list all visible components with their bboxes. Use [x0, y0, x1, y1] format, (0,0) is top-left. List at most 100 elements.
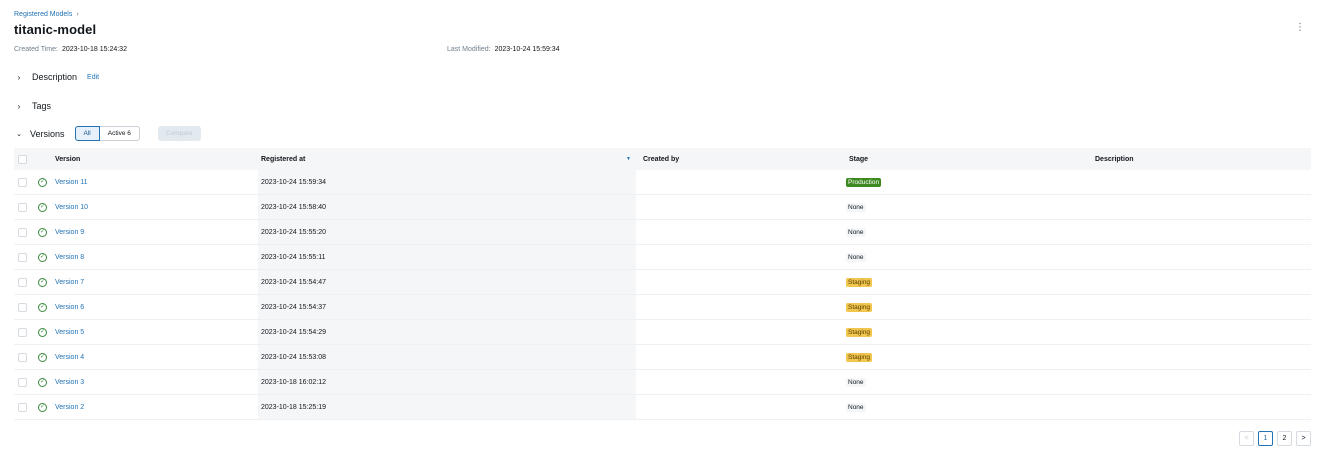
kebab-menu-icon[interactable]: ⋮	[1295, 23, 1305, 33]
version-filter: All Active 6	[74, 126, 140, 141]
registered-at-cell: 2023-10-24 15:54:37	[258, 295, 636, 319]
pagination: < 1 2 >	[1239, 431, 1311, 446]
header-description[interactable]: Description	[1095, 156, 1311, 163]
row-checkbox[interactable]	[18, 202, 27, 212]
breadcrumb: Registered Models ›	[14, 11, 79, 18]
table-body: ✓ Version 11 2023-10-24 15:59:34 Product…	[14, 170, 1311, 420]
table-header: Version Registered at ▼ Created by Stage…	[14, 148, 1311, 170]
version-link[interactable]: Version 7	[55, 279, 258, 286]
table-row[interactable]: ✓ Version 5 2023-10-24 15:54:29 Staging	[14, 320, 1311, 345]
row-checkbox[interactable]	[18, 277, 27, 287]
next-page-button[interactable]: >	[1296, 431, 1311, 446]
registered-at-cell: 2023-10-18 16:02:12	[258, 370, 636, 394]
versions-table: Version Registered at ▼ Created by Stage…	[14, 148, 1311, 420]
ready-check-icon: ✓	[38, 227, 47, 237]
version-link[interactable]: Version 4	[55, 354, 258, 361]
stage-badge: None	[846, 252, 866, 262]
table-row[interactable]: ✓ Version 11 2023-10-24 15:59:34 Product…	[14, 170, 1311, 195]
ready-check-icon: ✓	[38, 302, 47, 312]
filter-active-button[interactable]: Active 6	[99, 126, 140, 141]
ready-check-icon: ✓	[38, 177, 47, 187]
registered-at-cell: 2023-10-24 15:54:29	[258, 320, 636, 344]
versions-section: ⌄ Versions All Active 6 Compare	[16, 126, 201, 141]
table-row[interactable]: ✓ Version 4 2023-10-24 15:53:08 Staging	[14, 345, 1311, 370]
description-section[interactable]: › Description Edit	[16, 72, 99, 82]
ready-check-icon: ✓	[38, 402, 47, 412]
registered-at-cell: 2023-10-24 15:53:08	[258, 345, 636, 369]
version-link[interactable]: Version 6	[55, 304, 258, 311]
header-version[interactable]: Version	[38, 156, 258, 163]
versions-label: Versions	[30, 128, 65, 139]
row-checkbox[interactable]	[18, 377, 27, 387]
registered-at-cell: 2023-10-18 15:25:19	[258, 395, 636, 419]
created-time-label: Created Time:	[14, 46, 58, 53]
version-link[interactable]: Version 9	[55, 229, 258, 236]
created-time: Created Time: 2023-10-18 15:24:32	[14, 46, 127, 53]
ready-check-icon: ✓	[38, 327, 47, 337]
chevron-right-icon[interactable]: ›	[16, 102, 22, 111]
table-row[interactable]: ✓ Version 9 2023-10-24 15:55:20 None	[14, 220, 1311, 245]
filter-all-button[interactable]: All	[74, 126, 100, 141]
header-stage[interactable]: Stage	[849, 156, 1095, 163]
stage-badge: None	[846, 227, 866, 237]
version-link[interactable]: Version 11	[55, 179, 258, 186]
description-label: Description	[32, 72, 78, 82]
stage-badge: None	[846, 402, 866, 412]
version-link[interactable]: Version 10	[55, 204, 258, 211]
version-link[interactable]: Version 2	[55, 404, 258, 411]
registered-at-cell: 2023-10-24 15:59:34	[258, 170, 636, 194]
created-time-value: 2023-10-18 15:24:32	[61, 46, 127, 53]
stage-badge: Staging	[846, 327, 873, 337]
table-row[interactable]: ✓ Version 2 2023-10-18 15:25:19 None	[14, 395, 1311, 420]
sort-desc-icon[interactable]: ▼	[626, 156, 631, 162]
stage-badge: None	[846, 377, 866, 387]
table-row[interactable]: ✓ Version 8 2023-10-24 15:55:11 None	[14, 245, 1311, 270]
header-registered-at[interactable]: Registered at ▼	[258, 148, 639, 170]
stage-badge: None	[846, 202, 866, 212]
row-checkbox[interactable]	[18, 327, 27, 337]
row-checkbox[interactable]	[18, 352, 27, 362]
version-link[interactable]: Version 3	[55, 379, 258, 386]
row-checkbox[interactable]	[18, 177, 27, 187]
registered-at-cell: 2023-10-24 15:55:11	[258, 245, 636, 269]
table-row[interactable]: ✓ Version 7 2023-10-24 15:54:47 Staging	[14, 270, 1311, 295]
registered-at-cell: 2023-10-24 15:54:47	[258, 270, 636, 294]
version-link[interactable]: Version 5	[55, 329, 258, 336]
last-modified-value: 2023-10-24 15:59:34	[494, 46, 560, 53]
stage-badge: Staging	[846, 352, 873, 362]
row-checkbox[interactable]	[18, 302, 27, 312]
page-2-button[interactable]: 2	[1277, 431, 1292, 446]
registered-at-cell: 2023-10-24 15:55:20	[258, 220, 636, 244]
tags-label: Tags	[32, 101, 52, 111]
version-link[interactable]: Version 8	[55, 254, 258, 261]
prev-page-button[interactable]: <	[1239, 431, 1254, 446]
chevron-down-icon[interactable]: ⌄	[16, 130, 22, 138]
header-created-by[interactable]: Created by	[639, 156, 849, 163]
chevron-right-icon[interactable]: ›	[16, 73, 22, 82]
table-row[interactable]: ✓ Version 10 2023-10-24 15:58:40 None	[14, 195, 1311, 220]
ready-check-icon: ✓	[38, 252, 47, 262]
compare-button[interactable]: Compare	[157, 126, 201, 141]
edit-description-link[interactable]: Edit	[87, 74, 99, 81]
stage-badge: Production	[846, 177, 882, 187]
stage-badge: Staging	[846, 277, 873, 287]
last-modified-label: Last Modified:	[447, 46, 491, 53]
row-checkbox[interactable]	[18, 227, 27, 237]
row-checkbox[interactable]	[18, 402, 27, 412]
last-modified: Last Modified: 2023-10-24 15:59:34	[447, 46, 560, 53]
stage-badge: Staging	[846, 302, 873, 312]
header-registered-at-label: Registered at	[261, 155, 306, 163]
page-1-button[interactable]: 1	[1258, 431, 1273, 446]
breadcrumb-registered-models[interactable]: Registered Models	[14, 11, 72, 18]
breadcrumb-separator: ›	[76, 11, 79, 18]
ready-check-icon: ✓	[38, 377, 47, 387]
page-title: titanic-model	[14, 22, 97, 37]
registered-at-cell: 2023-10-24 15:58:40	[258, 195, 636, 219]
table-row[interactable]: ✓ Version 6 2023-10-24 15:54:37 Staging	[14, 295, 1311, 320]
tags-section[interactable]: › Tags	[16, 101, 51, 111]
table-row[interactable]: ✓ Version 3 2023-10-18 16:02:12 None	[14, 370, 1311, 395]
ready-check-icon: ✓	[38, 352, 47, 362]
select-all-checkbox[interactable]	[18, 154, 27, 164]
row-checkbox[interactable]	[18, 252, 27, 262]
ready-check-icon: ✓	[38, 277, 47, 287]
